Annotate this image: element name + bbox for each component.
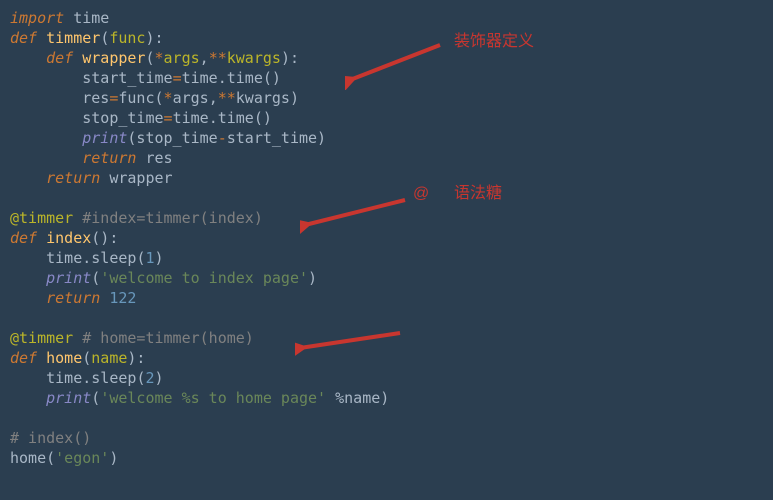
- comment-index: #index=timmer(index): [73, 209, 263, 227]
- kw-return: return: [10, 149, 136, 167]
- mod-time: time: [64, 9, 109, 27]
- fn-timmer: timmer: [37, 29, 100, 47]
- comment-home: # home=timmer(home): [73, 329, 254, 347]
- decorator-at: @: [10, 209, 19, 227]
- fn-index: index: [37, 229, 91, 247]
- fn-wrapper: wrapper: [73, 49, 145, 67]
- bi-print: print: [82, 129, 127, 147]
- comment-call-index: # index(): [10, 429, 91, 447]
- fn-home: home: [37, 349, 82, 367]
- decorator-name: timmer: [19, 209, 73, 227]
- code-block: import time def timmer(func): def wrappe…: [0, 0, 773, 476]
- kw-return-outer: return: [10, 169, 100, 187]
- kw-def: def: [10, 29, 37, 47]
- kw-import: import: [10, 9, 64, 27]
- kw-def-inner: def: [10, 49, 73, 67]
